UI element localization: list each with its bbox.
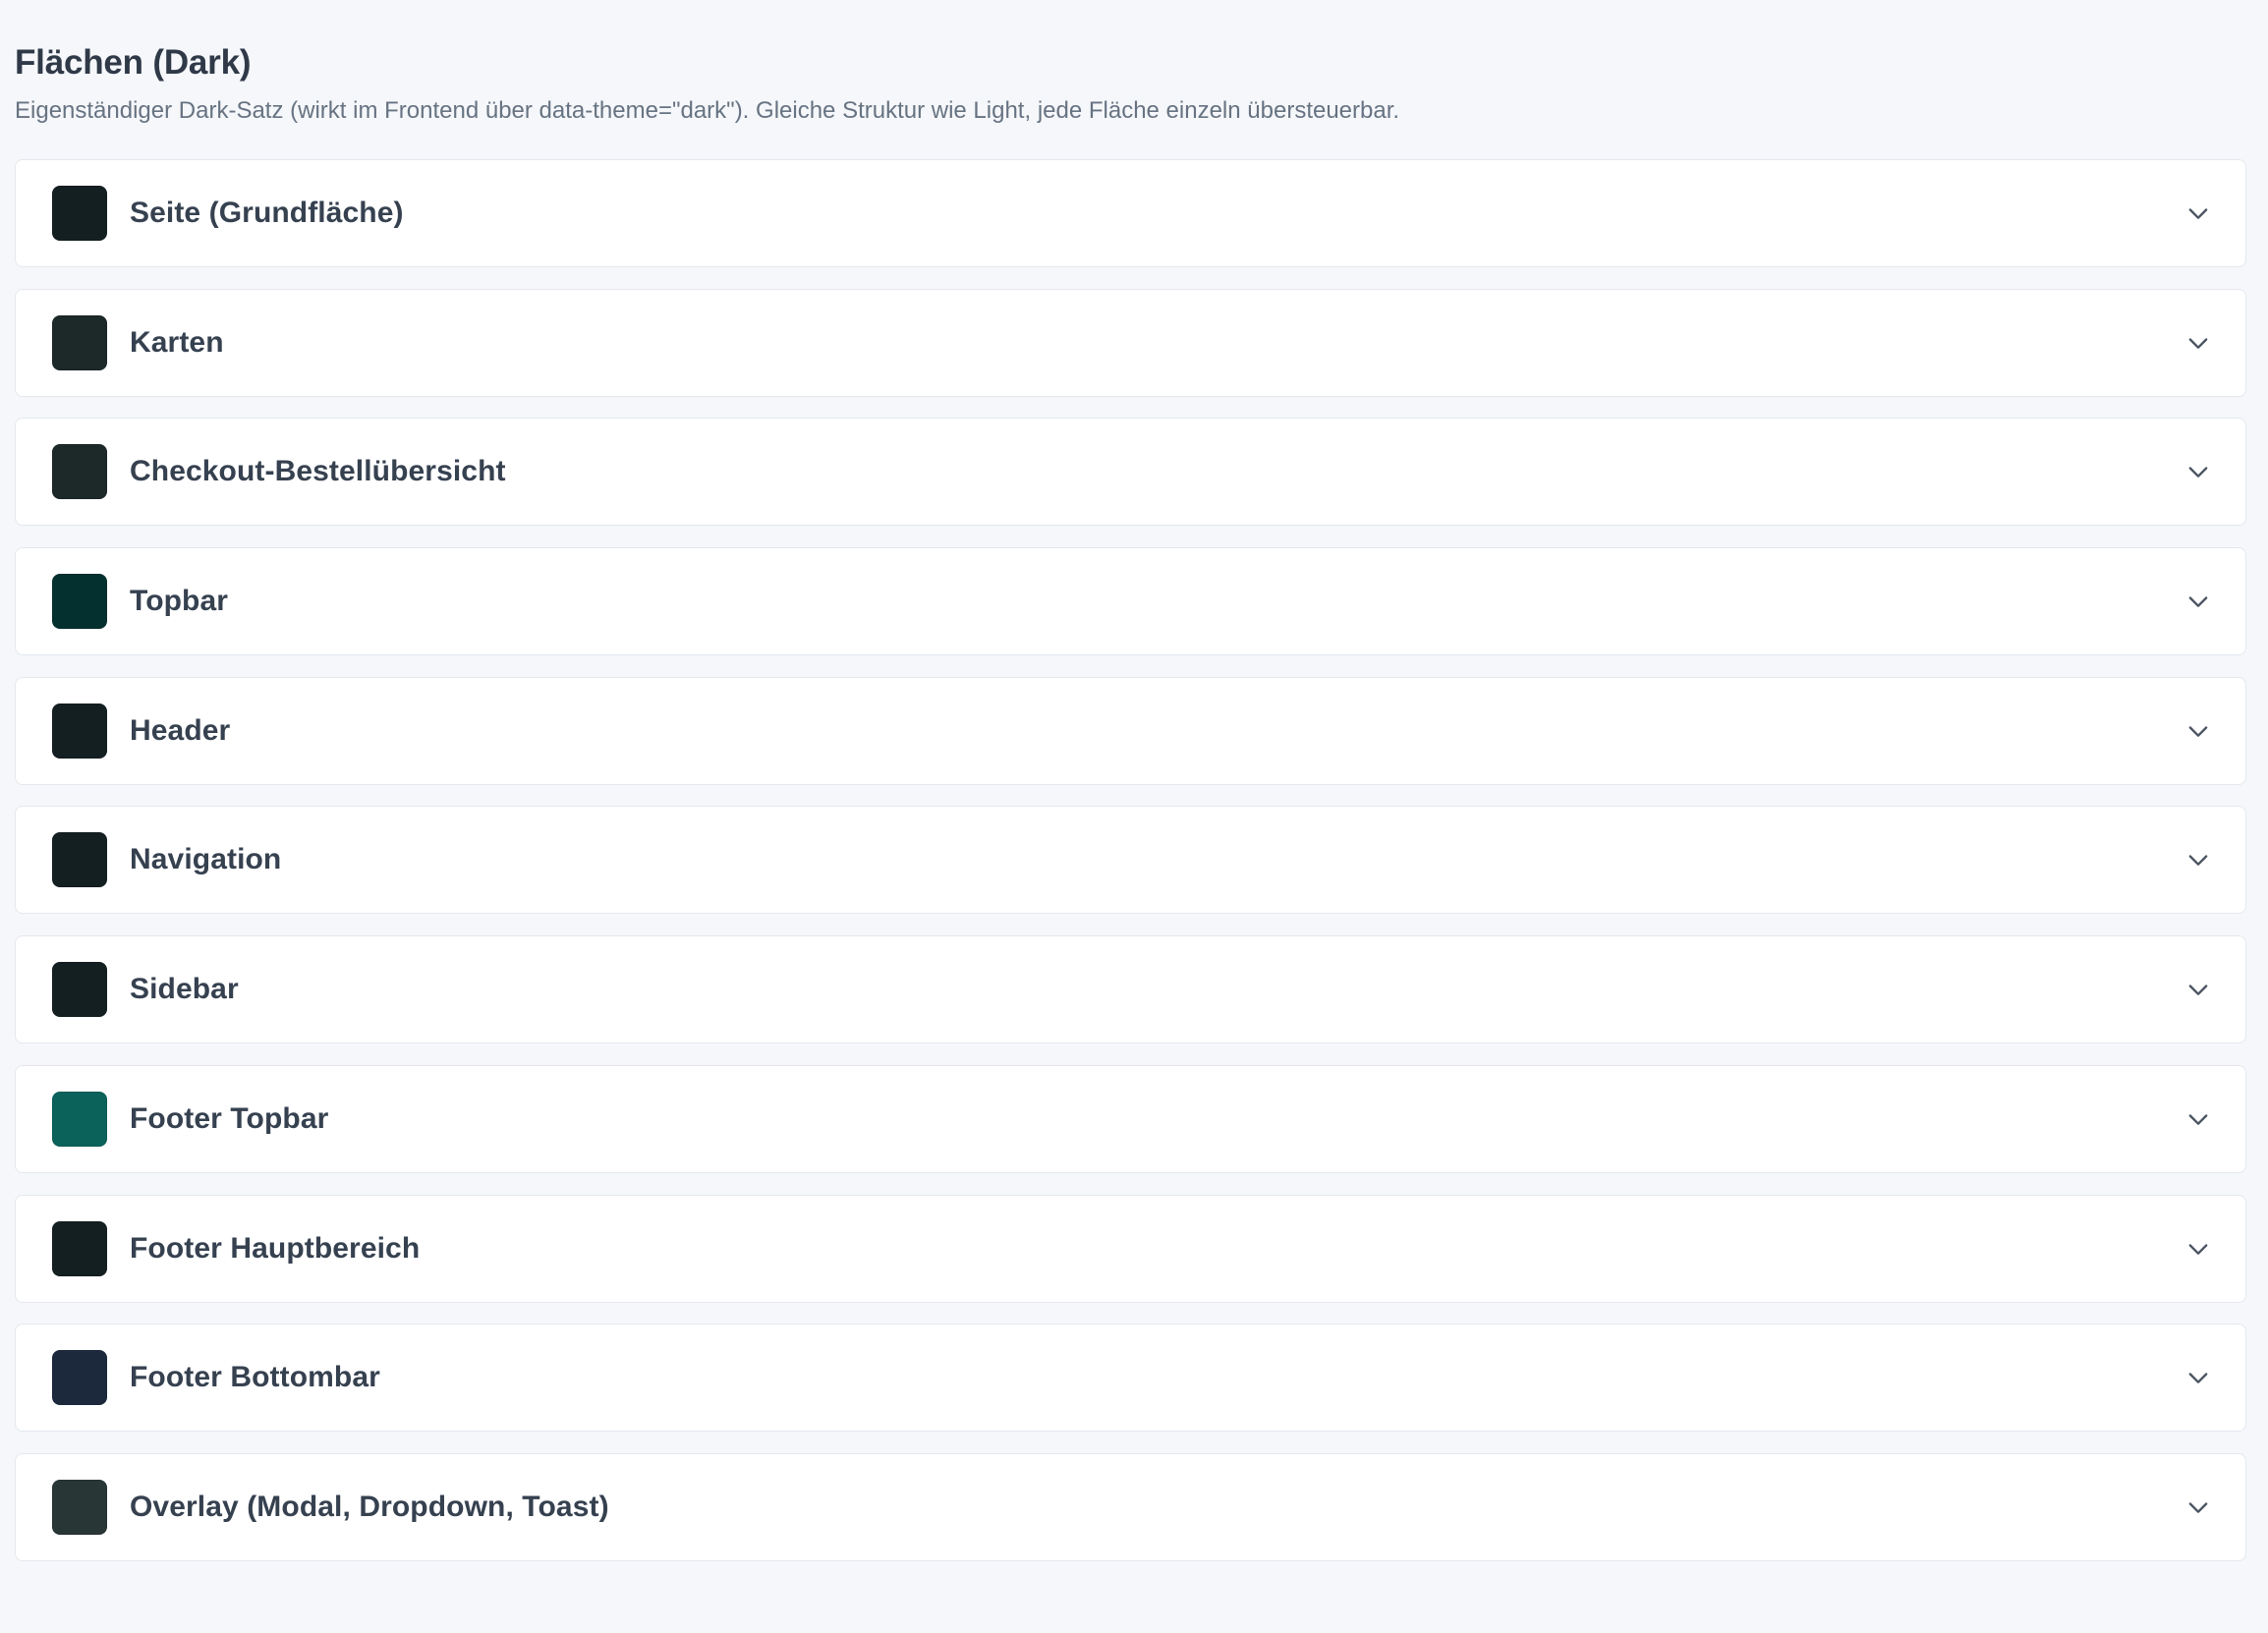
chevron-down-icon[interactable] <box>2184 458 2212 485</box>
chevron-down-icon[interactable] <box>2184 1235 2212 1263</box>
section-karten[interactable]: Karten <box>15 288 2246 397</box>
chevron-down-icon[interactable] <box>2184 976 2212 1003</box>
color-swatch[interactable] <box>52 574 107 630</box>
section-label: Header <box>130 713 231 747</box>
surfaces-dark-page: Flächen (Dark) Eigenständiger Dark-Satz … <box>0 0 2268 1633</box>
color-swatch[interactable] <box>52 703 107 759</box>
section-label: Navigation <box>130 843 282 876</box>
section-label: Sidebar <box>130 973 239 1006</box>
section-overlay[interactable]: Overlay (Modal, Dropdown, Toast) <box>15 1452 2246 1561</box>
chevron-down-icon[interactable] <box>2184 1105 2212 1133</box>
section-label: Footer Topbar <box>130 1101 329 1135</box>
color-swatch[interactable] <box>52 186 107 241</box>
color-swatch[interactable] <box>52 314 107 370</box>
chevron-down-icon[interactable] <box>2184 199 2212 227</box>
color-swatch[interactable] <box>52 1220 107 1276</box>
color-swatch[interactable] <box>52 832 107 888</box>
chevron-down-icon[interactable] <box>2184 329 2212 357</box>
page-title: Flächen (Dark) <box>15 43 252 82</box>
surface-section-list: Seite (Grundfläche) Karten Checkout-Best… <box>15 159 2246 1583</box>
chevron-down-icon[interactable] <box>2184 717 2212 745</box>
section-footer-topbar[interactable]: Footer Topbar <box>15 1064 2246 1173</box>
section-label: Checkout-Bestellübersicht <box>130 455 506 488</box>
section-label: Topbar <box>130 585 229 618</box>
section-label: Seite (Grundfläche) <box>130 197 404 229</box>
color-swatch[interactable] <box>52 1091 107 1147</box>
color-swatch[interactable] <box>52 962 107 1018</box>
section-label: Overlay (Modal, Dropdown, Toast) <box>130 1490 609 1523</box>
color-swatch[interactable] <box>52 444 107 500</box>
section-sidebar[interactable]: Sidebar <box>15 935 2246 1044</box>
section-checkout-bestelluebersicht[interactable]: Checkout-Bestellübersicht <box>15 418 2246 527</box>
chevron-down-icon[interactable] <box>2184 1493 2212 1521</box>
section-label: Footer Bottombar <box>130 1361 380 1394</box>
chevron-down-icon[interactable] <box>2184 1364 2212 1391</box>
color-swatch[interactable] <box>52 1350 107 1406</box>
section-navigation[interactable]: Navigation <box>15 806 2246 915</box>
section-seite-grundflaeche[interactable]: Seite (Grundfläche) <box>15 159 2246 267</box>
section-topbar[interactable]: Topbar <box>15 547 2246 656</box>
section-footer-hauptbereich[interactable]: Footer Hauptbereich <box>15 1194 2246 1303</box>
color-swatch[interactable] <box>52 1479 107 1535</box>
page-description: Eigenständiger Dark-Satz (wirkt im Front… <box>15 97 1400 124</box>
section-label: Karten <box>130 325 224 359</box>
section-header[interactable]: Header <box>15 676 2246 785</box>
section-label: Footer Hauptbereich <box>130 1231 421 1265</box>
section-footer-bottombar[interactable]: Footer Bottombar <box>15 1323 2246 1433</box>
chevron-down-icon[interactable] <box>2184 846 2212 873</box>
chevron-down-icon[interactable] <box>2184 588 2212 615</box>
